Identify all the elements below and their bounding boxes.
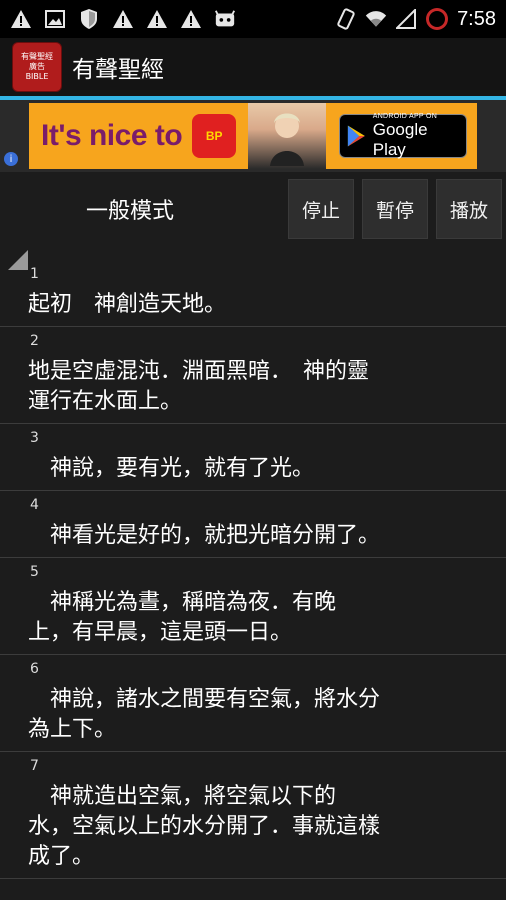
verse-text: 神說，諸水之間要有空氣，將水分 為上下。 [28,687,381,742]
ad-info-icon[interactable]: i [4,152,18,166]
mode-label[interactable]: 一般模式 [0,193,190,225]
verse-number: 3 [30,430,39,446]
ad-headline: It's nice to [41,119,183,152]
verse-number: 2 [30,333,39,349]
verse-list[interactable]: 1 起初 神創造天地。 2 地是空虛混沌．淵面黑暗． 神的靈 運行在水面上。 3… [0,250,506,879]
warning-icon [112,8,134,30]
ad-banner[interactable]: It's nice to BP ANDROID APP ON Google Pl… [29,103,477,169]
list-item[interactable]: 7 神就造出空氣，將空氣以下的 水，空氣以上的水分開了．事就這樣 成了。 [0,752,506,879]
verse-number: 4 [30,497,39,513]
verse-text: 地是空虛混沌．淵面黑暗． 神的靈 運行在水面上。 [28,359,370,414]
stop-button[interactable]: 停止 [288,179,354,239]
android-icon [214,8,236,30]
list-item[interactable]: 4 神看光是好的，就把光暗分開了。 [0,491,506,558]
warning-icon [10,8,32,30]
store-big-label: Google Play [372,119,428,159]
app-logo[interactable]: 有聲聖經 廣告 BIBLE [12,42,62,92]
verse-number: 7 [30,758,39,774]
ad-banner-area: i It's nice to BP ANDROID APP ON Google … [0,100,506,172]
verse-text: 神稱光為晝，稱暗為夜．有晚 上，有早晨，這是頭一日。 [28,590,337,645]
shield-icon [78,8,100,30]
image-icon [44,8,66,30]
list-item[interactable]: 3 神說，要有光，就有了光。 [0,424,506,491]
app-logo-line: BIBLE [25,72,49,81]
verse-number: 1 [30,266,39,282]
list-item[interactable]: 2 地是空虛混沌．淵面黑暗． 神的靈 運行在水面上。 [0,327,506,424]
verse-text: 神看光是好的，就把光暗分開了。 [28,523,381,548]
wifi-icon [365,8,387,30]
app-logo-line: 廣告 [29,62,45,71]
system-icons: 7:58 [335,8,496,31]
pause-button[interactable]: 暫停 [362,179,428,239]
list-item[interactable]: 6 神說，諸水之間要有空氣，將水分 為上下。 [0,655,506,752]
app-title: 有聲聖經 [72,57,164,83]
list-item[interactable]: 5 神稱光為晝，稱暗為夜．有晚 上，有早晨，這是頭一日。 [0,558,506,655]
store-small-label: ANDROID APP ON [372,112,438,120]
verse-text: 起初 神創造天地。 [28,292,227,317]
verse-text: 神說，要有光，就有了光。 [28,456,315,481]
list-item[interactable]: 1 起初 神創造天地。 [0,260,506,327]
warning-icon [146,8,168,30]
battery-icon [425,8,449,30]
app-logo-line: 有聲聖經 [21,52,53,61]
spinner-corner-icon [8,250,28,270]
app-bar: 有聲聖經 廣告 BIBLE 有聲聖經 [0,38,506,100]
verse-number: 6 [30,661,39,677]
verse-text: 神就造出空氣，將空氣以下的 水，空氣以上的水分開了．事就這樣 成了。 [28,784,381,869]
warning-icon [180,8,202,30]
google-play-badge[interactable]: ANDROID APP ON Google Play [339,113,467,160]
rotate-icon [335,8,357,30]
signal-icon [395,8,417,30]
play-button[interactable]: 播放 [436,179,502,239]
play-store-icon [347,125,365,147]
playback-controls: 一般模式 停止 暫停 播放 [0,176,506,242]
google-play-text: ANDROID APP ON Google Play [373,113,460,160]
ad-photo [248,103,327,169]
status-bar: 7:58 [0,0,506,38]
clock: 7:58 [457,7,496,30]
ad-badge-icon: BP [192,114,237,158]
notification-icons [10,8,236,30]
verse-number: 5 [30,564,39,580]
